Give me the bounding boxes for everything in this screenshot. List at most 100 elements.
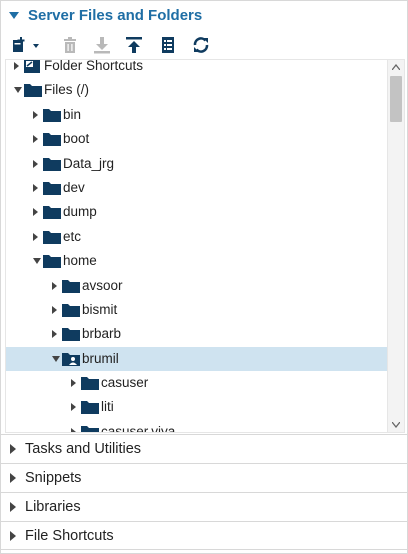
delete-button[interactable]: [61, 35, 79, 55]
collapsed-twisty-icon[interactable]: [52, 330, 57, 339]
collapsed-twisty-icon[interactable]: [33, 183, 38, 192]
expanded-twisty-icon[interactable]: [14, 87, 22, 94]
folder-icon: [81, 400, 99, 419]
folder-icon: [62, 327, 80, 346]
tree-item-label: liti: [101, 399, 114, 415]
delete-icon: [64, 37, 76, 53]
tree-row[interactable]: brbarb: [6, 322, 388, 346]
toolbar: [1, 33, 407, 57]
tree-item-label: dev: [63, 179, 85, 195]
scroll-down-button[interactable]: [388, 418, 404, 432]
collapsed-twisty-icon[interactable]: [33, 110, 38, 119]
chevron-down-icon: [392, 422, 400, 428]
tree-item-label: casuser.viya: [101, 423, 176, 433]
section-title: Libraries: [25, 499, 81, 515]
panel-header[interactable]: Server Files and Folders: [1, 1, 407, 29]
folder-icon: [62, 279, 80, 298]
section-snippets[interactable]: Snippets: [1, 463, 407, 492]
collapsed-twisty-icon[interactable]: [71, 403, 76, 412]
folder-icon: [24, 83, 42, 102]
shortcut-icon: [24, 60, 40, 78]
download-icon: [94, 37, 110, 54]
tree-row[interactable]: bin: [6, 103, 388, 127]
collapsed-twisty-icon[interactable]: [33, 135, 38, 144]
download-button[interactable]: [93, 35, 111, 55]
properties-button[interactable]: [159, 35, 177, 55]
expand-arrow-icon: [10, 444, 16, 454]
folder-icon: [43, 108, 61, 127]
expanded-twisty-icon[interactable]: [33, 258, 41, 265]
tree-row[interactable]: etc: [6, 225, 388, 249]
collapsed-twisty-icon[interactable]: [14, 62, 19, 70]
expanded-twisty-icon[interactable]: [52, 355, 60, 362]
folder-icon: [43, 230, 61, 249]
section-tasks-and-utilities[interactable]: Tasks and Utilities: [1, 434, 407, 463]
section-title: Snippets: [25, 470, 82, 486]
server-files-panel: Server Files and Folders Folder Shortcut…: [0, 0, 408, 554]
tree-item-label: casuser: [101, 375, 149, 391]
tree-rows: Folder Shortcuts Files (/) bin boot Data_jrg…: [6, 59, 388, 433]
section-title: File Shortcuts: [25, 528, 114, 544]
folder-icon: [81, 425, 99, 432]
chevron-up-icon: [392, 64, 400, 70]
tree-item-label: Data_jrg: [63, 155, 115, 171]
collapsed-twisty-icon[interactable]: [33, 159, 38, 168]
tree-row[interactable]: boot: [6, 127, 388, 151]
tree-row[interactable]: Data_jrg: [6, 152, 388, 176]
tree-item-label: Folder Shortcuts: [44, 59, 144, 73]
tree-row[interactable]: liti: [6, 395, 388, 419]
tree-item-label: Files (/): [44, 82, 89, 98]
vertical-scrollbar[interactable]: [387, 60, 404, 432]
tree-item-label: brumil: [82, 350, 119, 366]
dropdown-arrow-icon: [33, 44, 39, 48]
collapsed-twisty-icon[interactable]: [33, 232, 38, 241]
tree-row[interactable]: dev: [6, 176, 388, 200]
tree-row[interactable]: avsoor: [6, 274, 388, 298]
scroll-thumb[interactable]: [390, 76, 402, 122]
expand-arrow-icon: [10, 502, 16, 512]
folder-icon: [62, 303, 80, 322]
new-icon: [13, 37, 39, 52]
folder-icon: [43, 157, 61, 176]
home-folder-icon: [62, 352, 80, 371]
collapsed-twisty-icon[interactable]: [71, 379, 76, 388]
tree-row[interactable]: home: [6, 249, 388, 273]
collapse-caret-icon[interactable]: [9, 11, 19, 19]
collapsed-twisty-icon[interactable]: [33, 208, 38, 217]
file-tree: Folder Shortcuts Files (/) bin boot Data_jrg…: [5, 59, 405, 433]
folder-icon: [43, 181, 61, 200]
folder-icon: [43, 205, 61, 224]
tree-item-label: bismit: [82, 301, 118, 317]
tree-item-label: brbarb: [82, 326, 122, 342]
tree-row[interactable]: casuser: [6, 371, 388, 395]
tree-item-label: home: [63, 253, 97, 269]
tree-row[interactable]: Folder Shortcuts: [6, 59, 388, 78]
upload-button[interactable]: [125, 35, 143, 55]
refresh-button[interactable]: [191, 35, 211, 55]
section-libraries[interactable]: Libraries: [1, 492, 407, 521]
collapsed-twisty-icon[interactable]: [71, 427, 76, 432]
tree-row[interactable]: casuser.viya: [6, 420, 388, 433]
folder-icon: [43, 132, 61, 151]
folder-icon: [81, 376, 99, 395]
folder-icon: [43, 254, 61, 273]
new-button[interactable]: [11, 35, 41, 55]
bottom-divider: [1, 549, 407, 550]
panel-title: Server Files and Folders: [28, 6, 203, 24]
upload-icon: [126, 37, 142, 53]
tree-item-label: dump: [63, 204, 97, 220]
tree-item-label: avsoor: [82, 277, 123, 293]
section-file-shortcuts[interactable]: File Shortcuts: [1, 521, 407, 550]
tree-row[interactable]: brumil: [6, 346, 388, 372]
collapsed-twisty-icon[interactable]: [52, 281, 57, 290]
tree-item-label: etc: [63, 228, 82, 244]
refresh-icon: [193, 37, 209, 53]
properties-icon: [162, 37, 174, 53]
expand-arrow-icon: [10, 473, 16, 483]
scroll-up-button[interactable]: [388, 60, 404, 74]
tree-row[interactable]: bismit: [6, 298, 388, 322]
tree-row[interactable]: Files (/): [6, 78, 388, 102]
collapsed-twisty-icon[interactable]: [52, 305, 57, 314]
expand-arrow-icon: [10, 531, 16, 541]
tree-row[interactable]: dump: [6, 200, 388, 224]
